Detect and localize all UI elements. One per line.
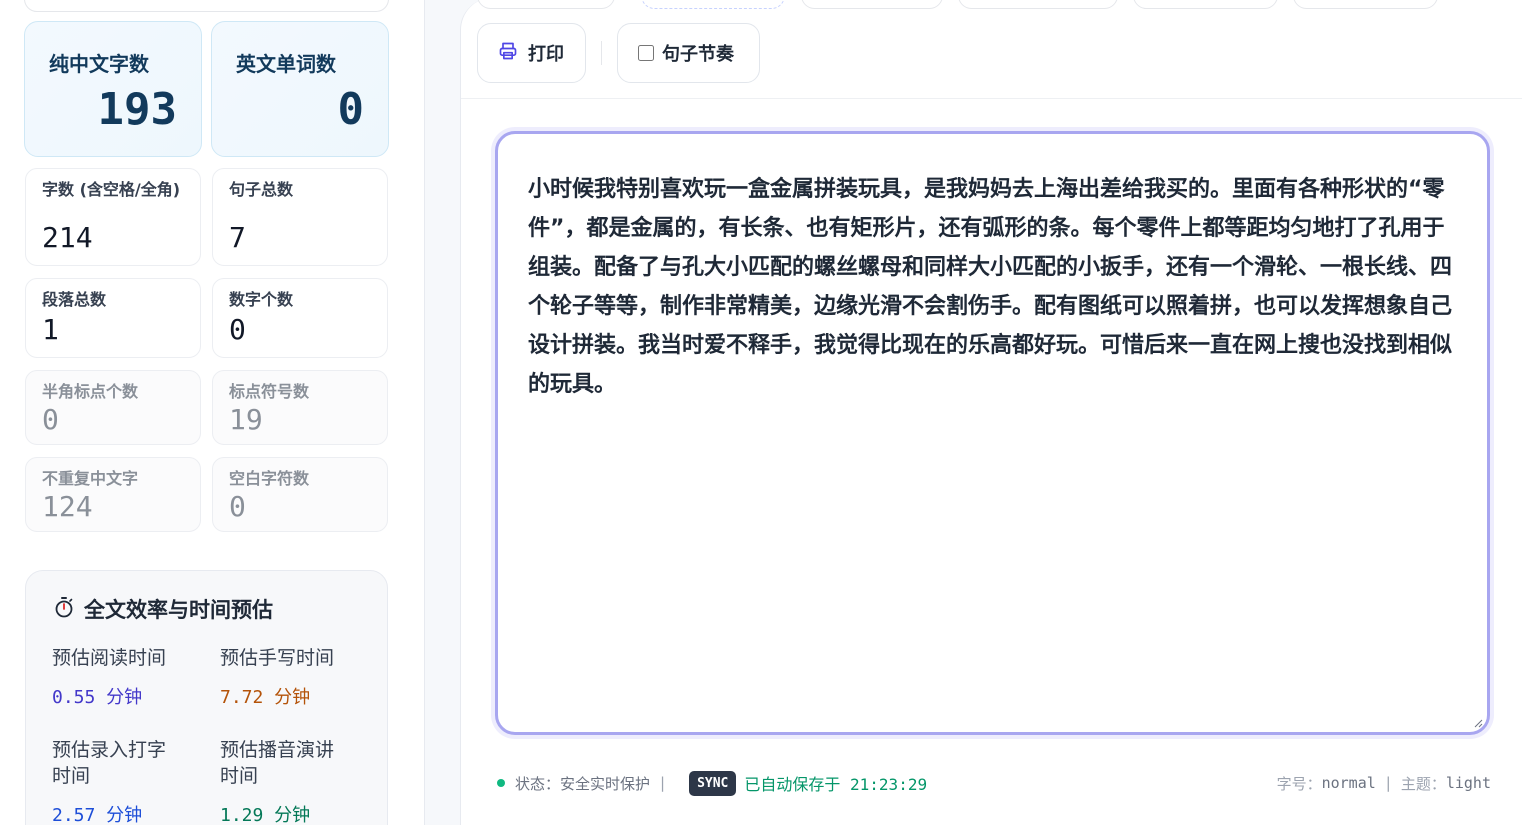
unique-chinese-value: 124 [42, 490, 93, 523]
paragraphs-value: 1 [42, 313, 59, 346]
toolbar-button-stub[interactable] [1293, 0, 1438, 9]
sidebar-top-card [24, 0, 389, 12]
unique-chinese-label: 不重复中文字 [42, 469, 139, 488]
half-punct-card: 半角标点个数 0 [25, 370, 201, 445]
english-words-card: 英文单词数 0 [211, 21, 389, 157]
print-button[interactable]: 打印 [477, 23, 586, 83]
status-dot-icon [497, 779, 505, 787]
digits-card: 数字个数 0 [212, 278, 388, 358]
typing-time-value: 2.57 分钟 [52, 805, 143, 825]
toolbar-button-stub[interactable] [477, 0, 615, 9]
status-bar: 状态：安全实时保护 | SYNC 已自动保存于 21:23:29 字号： nor… [497, 768, 1491, 798]
handwriting-time-value: 7.72 分钟 [220, 687, 311, 708]
paragraphs-card: 段落总数 1 [25, 278, 201, 358]
speech-time-value: 1.29 分钟 [220, 805, 311, 825]
unique-chinese-card: 不重复中文字 124 [25, 457, 201, 532]
english-words-label: 英文单词数 [236, 52, 336, 76]
english-words-value: 0 [337, 84, 365, 135]
status-state: 状态：安全实时保护 [515, 774, 651, 793]
char-count-card: 字数 (含空格/全角) 214 [25, 168, 201, 266]
toolbar-divider [601, 41, 602, 65]
digits-value: 0 [229, 313, 246, 346]
theme-label: 主题： [1400, 774, 1446, 793]
reading-time: 预估阅读时间 0.55 分钟 [52, 645, 202, 709]
autosave-status: 已自动保存于 21:23:29 [744, 775, 928, 794]
chinese-chars-value: 193 [97, 84, 177, 135]
theme-value: light [1445, 774, 1491, 792]
sentences-label: 句子总数 [229, 180, 294, 199]
toolbar-rule [461, 98, 1522, 99]
punctuation-value: 19 [229, 403, 263, 436]
half-punct-value: 0 [42, 403, 59, 436]
efficiency-panel: 全文效率与时间预估 预估阅读时间 0.55 分钟 预估手写时间 7.72 分钟 … [25, 570, 388, 825]
toolbar-button-stub[interactable] [1133, 0, 1278, 9]
speech-time: 预估播音演讲时间 1.29 分钟 [220, 737, 370, 825]
char-count-label: 字数 (含空格/全角) [42, 180, 181, 199]
resize-handle-icon[interactable] [1473, 718, 1483, 728]
editor-area: 打印 句子节奏 小时候我特别喜欢玩一盒金属拼装玩具，是我妈妈去上海出差给我买的。… [460, 0, 1522, 825]
sync-badge: SYNC [689, 770, 737, 796]
reading-time-value: 0.55 分钟 [52, 687, 143, 708]
speech-time-label: 预估播音演讲时间 [220, 739, 335, 787]
whitespace-label: 空白字符数 [229, 469, 310, 488]
status-right: 字号： normal | 主题： light [1277, 773, 1491, 794]
digits-label: 数字个数 [229, 290, 294, 309]
text-editor[interactable]: 小时候我特别喜欢玩一盒金属拼装玩具，是我妈妈去上海出差给我买的。里面有各种形状的… [495, 131, 1490, 735]
typing-time: 预估录入打字时间 2.57 分钟 [52, 737, 202, 825]
toolbar-button-stub[interactable] [801, 0, 943, 9]
sentences-value: 7 [229, 221, 246, 254]
status-separator: | [1385, 774, 1391, 792]
font-size-value: normal [1321, 774, 1376, 792]
punctuation-card: 标点符号数 19 [212, 370, 388, 445]
chinese-chars-card: 纯中文字数 193 [24, 21, 202, 157]
sentences-card: 句子总数 7 [212, 168, 388, 266]
punctuation-label: 标点符号数 [229, 382, 310, 401]
efficiency-title-text: 全文效率与时间预估 [84, 598, 273, 622]
char-count-value: 214 [42, 221, 93, 254]
print-label: 打印 [528, 44, 564, 65]
font-size-label: 字号： [1276, 774, 1322, 793]
toolbar-button-stub[interactable] [958, 0, 1118, 9]
toolbar-button-stub[interactable] [641, 0, 785, 9]
handwriting-time: 预估手写时间 7.72 分钟 [220, 645, 370, 709]
typing-time-label: 预估录入打字时间 [52, 739, 167, 787]
printer-icon [498, 41, 518, 66]
whitespace-card: 空白字符数 0 [212, 457, 388, 532]
stats-sidebar: 纯中文字数 193 英文单词数 0 字数 (含空格/全角) 214 句子总数 7… [0, 0, 425, 825]
handwriting-time-label: 预估手写时间 [220, 647, 335, 669]
status-separator: | [660, 774, 666, 792]
editor-text: 小时候我特别喜欢玩一盒金属拼装玩具，是我妈妈去上海出差给我买的。里面有各种形状的… [528, 177, 1453, 397]
whitespace-value: 0 [229, 490, 246, 523]
efficiency-title: 全文效率与时间预估 [54, 594, 273, 624]
sentence-rhythm-checkbox[interactable] [638, 45, 654, 61]
reading-time-label: 预估阅读时间 [52, 647, 167, 669]
half-punct-label: 半角标点个数 [42, 382, 139, 401]
chinese-chars-label: 纯中文字数 [49, 52, 149, 76]
paragraphs-label: 段落总数 [42, 290, 107, 309]
stopwatch-icon [54, 596, 74, 623]
sentence-rhythm-label: 句子节奏 [662, 44, 734, 65]
sentence-rhythm-toggle[interactable]: 句子节奏 [617, 23, 760, 83]
